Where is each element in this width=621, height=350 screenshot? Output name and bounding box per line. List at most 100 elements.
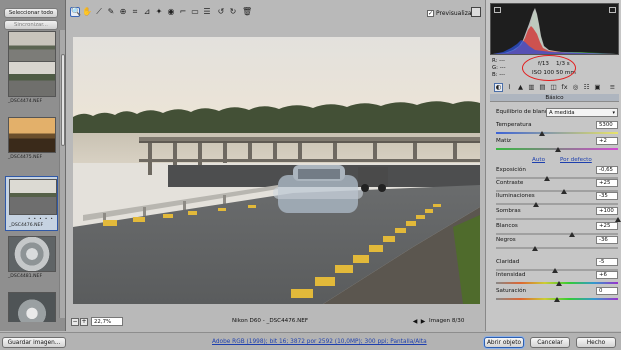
open-object-button[interactable]: Abrir objeto: [484, 337, 524, 348]
color-sampler-icon[interactable]: ✎: [106, 7, 116, 17]
white-balance-value: A medida: [549, 110, 575, 116]
default-link[interactable]: Por defecto: [560, 157, 592, 163]
lens-corrections-tab-icon[interactable]: ◫: [549, 83, 558, 92]
save-image-button[interactable]: Guardar imagen...: [2, 337, 66, 348]
temperature-value-field[interactable]: 5300: [596, 121, 618, 129]
vibrance-label: Intensidad: [496, 272, 526, 278]
image-preview[interactable]: [73, 37, 480, 304]
detail-tab-icon[interactable]: ▲: [516, 83, 525, 92]
zoom-in-button[interactable]: +: [80, 318, 88, 326]
vibrance-value-field[interactable]: +6: [596, 271, 618, 279]
highlights-track[interactable]: [496, 203, 618, 205]
info-readout: R: --- G: --- B: --- f/13 1/3 s ISO 100 …: [490, 55, 619, 81]
white-balance-row: Equilibrio de blancos: A medida ▾: [496, 108, 620, 117]
footer-bar: Guardar imagen... Adobe RGB (1998); bit …: [0, 332, 621, 350]
crop-icon[interactable]: ⌗: [130, 7, 140, 17]
whites-track[interactable]: [496, 233, 618, 235]
thumbnail-caption: _DSC4475.NEF: [8, 155, 43, 160]
next-image-arrow-icon[interactable]: ▶: [419, 318, 427, 326]
snapshots-tab-icon[interactable]: ▣: [593, 83, 602, 92]
targeted-adjustment-icon[interactable]: ⊕: [118, 7, 128, 17]
fullscreen-icon[interactable]: [471, 7, 481, 17]
exposure-label: Exposición: [496, 167, 526, 173]
previous-image-arrow-icon[interactable]: ◀: [411, 318, 419, 326]
white-balance-select[interactable]: A medida ▾: [546, 108, 618, 117]
shadows-track[interactable]: [496, 218, 618, 220]
thumbnail-item[interactable]: _DSC4474.NEF: [5, 61, 58, 111]
preview-checkbox[interactable]: ✓: [427, 9, 434, 17]
split-toning-tab-icon[interactable]: ▤: [538, 83, 547, 92]
contrast-value-field[interactable]: +25: [596, 179, 618, 187]
scrollbar-thumb[interactable]: [61, 54, 65, 146]
zoom-out-button[interactable]: −: [71, 318, 79, 326]
tone-curve-tab-icon[interactable]: ⌇: [505, 83, 514, 92]
zoom-icon[interactable]: 🔍: [70, 7, 81, 17]
thumbnail-caption: _DSC4481.NEF: [8, 274, 43, 279]
tint-value-field[interactable]: +2: [596, 137, 618, 145]
thumbnail-item-selected[interactable]: • • • • • _DSC4476.NEF: [5, 176, 58, 231]
blacks-value-field[interactable]: -36: [596, 236, 618, 244]
panel-menu-icon[interactable]: ≡: [608, 83, 617, 92]
tint-label: Matiz: [496, 138, 511, 144]
whites-value-field[interactable]: +25: [596, 222, 618, 230]
shadows-label: Sombras: [496, 208, 521, 214]
blacks-thumb[interactable]: [532, 246, 539, 251]
presets-tab-icon[interactable]: ☷: [582, 83, 591, 92]
zoom-level-field[interactable]: 22,7%: [91, 317, 123, 326]
workflow-options-link[interactable]: Adobe RGB (1998); bit 16; 3872 por 2592 …: [212, 339, 427, 345]
r-readout: R: ---: [492, 58, 505, 64]
chevron-down-icon: ▾: [612, 110, 615, 116]
highlights-value-field[interactable]: -35: [596, 192, 618, 200]
effects-tab-icon[interactable]: fx: [560, 83, 569, 92]
blacks-track[interactable]: [496, 247, 618, 249]
histogram: [490, 3, 619, 55]
auto-link[interactable]: Auto: [532, 157, 545, 163]
thumbnail-image: [8, 117, 56, 153]
hsl-tab-icon[interactable]: ▥: [527, 83, 536, 92]
temperature-thumb[interactable]: [539, 131, 546, 136]
saturation-value-field[interactable]: 0: [596, 287, 618, 295]
thumbnail-item[interactable]: _DSC4481.NEF: [5, 236, 58, 286]
panel-tabs: ◐ ⌇ ▲ ▥ ▤ ◫ fx ◎ ☷ ▣ ≡: [490, 83, 619, 93]
done-button[interactable]: Hecho: [576, 337, 616, 348]
adjustment-brush-icon[interactable]: ⌐: [178, 7, 188, 17]
highlights-thumb[interactable]: [533, 202, 540, 207]
temperature-track[interactable]: [496, 132, 618, 134]
straighten-icon[interactable]: ⊿: [142, 7, 152, 17]
tint-thumb[interactable]: [555, 147, 562, 152]
vibrance-thumb[interactable]: [556, 281, 563, 286]
thumbnail-item[interactable]: [5, 292, 58, 322]
temperature-slider[interactable]: Temperatura 5300: [496, 121, 620, 138]
contrast-label: Contraste: [496, 180, 524, 186]
rotate-left-icon[interactable]: ↺: [216, 7, 226, 17]
select-all-button[interactable]: Seleccionar todo: [4, 8, 58, 18]
preview-toggle[interactable]: ✓ Previsualizar: [427, 8, 474, 18]
red-eye-icon[interactable]: ◉: [166, 7, 176, 17]
blacks-slider[interactable]: Negros -36: [496, 236, 620, 253]
toolbar: 🔍 ✋ ⟋ ✎ ⊕ ⌗ ⊿ ✦ ◉ ⌐ ▭ ☰ ↺ ↻ 🗑 ✓ Previsualizar: [67, 4, 483, 21]
rotate-right-icon[interactable]: ↻: [228, 7, 238, 17]
synchronize-button[interactable]: Sincronizar...: [4, 20, 58, 30]
saturation-slider[interactable]: Saturación 0: [496, 287, 620, 304]
cancel-button[interactable]: Cancelar: [530, 337, 570, 348]
spot-removal-icon[interactable]: ✦: [154, 7, 164, 17]
saturation-thumb[interactable]: [554, 297, 560, 302]
tint-slider[interactable]: Matiz +2: [496, 137, 620, 154]
exposure-value-field[interactable]: -0,65: [596, 166, 618, 174]
vibrance-slider[interactable]: Intensidad +6: [496, 271, 620, 288]
trash-icon[interactable]: 🗑: [242, 7, 252, 17]
thumbnail-image: [8, 292, 56, 322]
filmstrip-scrollbar[interactable]: [59, 30, 65, 318]
clarity-value-field[interactable]: -5: [596, 258, 618, 266]
rating-stars[interactable]: • • • • •: [28, 216, 54, 221]
shadows-value-field[interactable]: +100: [596, 207, 618, 215]
saturation-label: Saturación: [496, 288, 527, 294]
white-balance-icon[interactable]: ⟋: [94, 7, 104, 17]
hand-icon[interactable]: ✋: [82, 7, 92, 17]
camera-calibration-tab-icon[interactable]: ◎: [571, 83, 580, 92]
thumbnail-item[interactable]: _DSC4475.NEF: [5, 117, 58, 167]
graduated-filter-icon[interactable]: ▭: [190, 7, 200, 17]
highlights-label: Iluminaciones: [496, 193, 535, 199]
basic-tab-icon[interactable]: ◐: [494, 83, 503, 92]
preferences-icon[interactable]: ☰: [202, 7, 212, 17]
